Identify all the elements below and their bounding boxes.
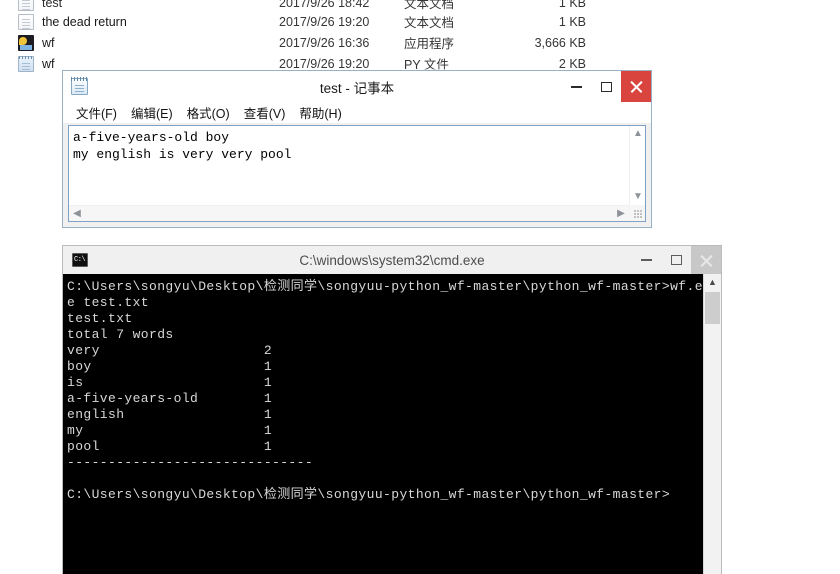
minimize-button[interactable] bbox=[561, 71, 591, 102]
maximize-button[interactable] bbox=[591, 71, 621, 102]
file-size: 1 KB bbox=[558, 0, 586, 10]
file-explorer-list: test 2017/9/26 18:42 文本文档 1 KB the dead … bbox=[0, 0, 600, 76]
file-name: the dead return bbox=[42, 14, 127, 29]
menu-file[interactable]: 文件(F) bbox=[69, 101, 124, 124]
file-name: test bbox=[42, 0, 63, 10]
file-size: 3,666 KB bbox=[534, 35, 586, 50]
maximize-button[interactable] bbox=[661, 246, 691, 274]
text-file-icon bbox=[18, 13, 34, 30]
menu-edit[interactable]: 编辑(E) bbox=[124, 101, 180, 124]
scrollbar-thumb[interactable] bbox=[705, 292, 720, 324]
file-date: 2017/9/26 18:42 bbox=[279, 0, 370, 10]
cmd-title: C:\windows\system32\cmd.exe bbox=[299, 252, 485, 268]
file-name: wf bbox=[42, 35, 55, 50]
menu-format[interactable]: 格式(O) bbox=[180, 101, 237, 124]
scrollbar-track[interactable] bbox=[704, 324, 721, 574]
file-date: 2017/9/26 16:36 bbox=[279, 35, 370, 50]
cmd-titlebar[interactable]: C:\windows\system32\cmd.exe bbox=[63, 246, 721, 274]
close-button[interactable] bbox=[621, 71, 651, 102]
notepad-titlebar[interactable]: test - 记事本 bbox=[63, 71, 651, 102]
close-icon bbox=[700, 254, 713, 267]
cmd-console-area[interactable]: C:\Users\songyu\Desktop\检测同学\songyuu-pyt… bbox=[63, 274, 721, 574]
table-row[interactable]: the dead return 2017/9/26 19:20 文本文档 1 K… bbox=[0, 11, 600, 32]
minimize-button[interactable] bbox=[631, 246, 661, 274]
text-file-icon bbox=[18, 0, 34, 11]
file-date: 2017/9/26 19:20 bbox=[279, 14, 370, 29]
file-size: 2 KB bbox=[558, 56, 586, 71]
file-type: 文本文档 bbox=[404, 16, 455, 30]
close-button[interactable] bbox=[691, 246, 721, 274]
minimize-icon bbox=[570, 85, 582, 88]
minimize-icon bbox=[640, 259, 652, 261]
file-size: 1 KB bbox=[558, 14, 586, 29]
cmd-caption-buttons bbox=[631, 246, 721, 274]
notepad-menubar: 文件(F) 编辑(E) 格式(O) 查看(V) 帮助(H) bbox=[63, 102, 651, 123]
cmd-icon bbox=[72, 253, 88, 267]
application-icon bbox=[18, 34, 34, 51]
notepad-horizontal-scrollbar[interactable]: ◀ ▶ bbox=[69, 205, 629, 221]
python-file-icon bbox=[18, 55, 34, 72]
cmd-vertical-scrollbar[interactable]: ▲ bbox=[703, 274, 721, 574]
notepad-vertical-scrollbar[interactable]: ▲ ▼ bbox=[629, 126, 645, 205]
menu-help[interactable]: 帮助(H) bbox=[292, 101, 348, 124]
maximize-icon bbox=[600, 81, 612, 92]
cmd-window[interactable]: C:\windows\system32\cmd.exe C:\Users\son… bbox=[62, 245, 722, 574]
notepad-window[interactable]: test - 记事本 文件(F) 编辑(E) 格式(O) 查看(V) 帮助(H)… bbox=[62, 70, 652, 228]
scroll-left-icon[interactable]: ◀ bbox=[69, 209, 85, 219]
maximize-icon bbox=[670, 255, 682, 265]
notepad-client-area[interactable]: a-five-years-old boy my english is very … bbox=[68, 125, 646, 222]
scroll-right-icon[interactable]: ▶ bbox=[613, 209, 629, 219]
file-name: wf bbox=[42, 56, 55, 71]
scroll-down-icon[interactable]: ▼ bbox=[630, 192, 646, 202]
scroll-up-icon[interactable]: ▲ bbox=[704, 274, 721, 291]
notepad-text-area[interactable]: a-five-years-old boy my english is very … bbox=[71, 128, 628, 204]
file-type: 应用程序 bbox=[404, 37, 455, 51]
notepad-icon bbox=[71, 77, 88, 95]
notepad-caption-buttons bbox=[561, 71, 651, 102]
menu-view[interactable]: 查看(V) bbox=[237, 101, 293, 124]
cmd-console-text: C:\Users\songyu\Desktop\检测同学\songyuu-pyt… bbox=[67, 279, 712, 502]
table-row[interactable]: wf 2017/9/26 16:36 应用程序 3,666 KB bbox=[0, 32, 600, 53]
scroll-up-icon[interactable]: ▲ bbox=[630, 129, 646, 139]
resize-grip[interactable] bbox=[629, 205, 645, 221]
file-date: 2017/9/26 19:20 bbox=[279, 56, 370, 71]
close-icon bbox=[630, 80, 643, 93]
